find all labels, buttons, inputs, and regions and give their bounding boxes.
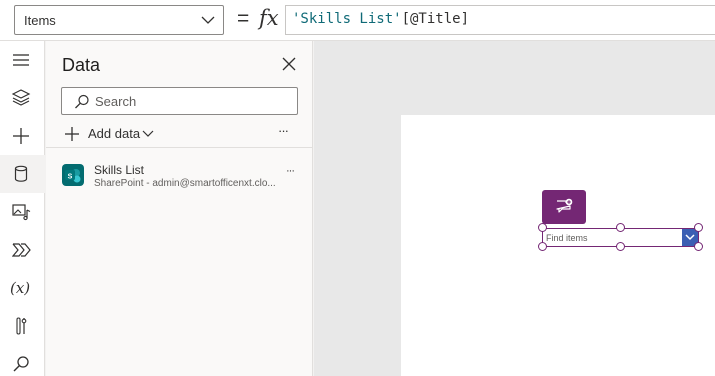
- chevron-down-icon: [142, 130, 154, 137]
- pane-title: Data: [62, 55, 101, 75]
- plus-icon: [65, 127, 79, 141]
- resize-handle-bottom-right[interactable]: [694, 242, 703, 251]
- add-data-label: Add data: [88, 126, 141, 141]
- data-source-more-button[interactable]: ···: [286, 165, 300, 179]
- rail-insert-button[interactable]: [0, 117, 45, 155]
- power-automate-icon: [12, 243, 31, 257]
- plus-icon: [13, 128, 29, 144]
- resize-handle-top[interactable]: [616, 223, 625, 232]
- chevron-down-icon: [201, 16, 215, 24]
- combo-box-placeholder: Find items: [546, 233, 588, 243]
- resize-handle-bottom-left[interactable]: [538, 242, 547, 251]
- rail-data-button[interactable]: [0, 155, 45, 193]
- more-options-button[interactable]: ···: [274, 123, 292, 139]
- close-icon[interactable]: [282, 57, 296, 71]
- equals-sign: =: [237, 7, 250, 30]
- data-source-name: Skills List: [94, 163, 145, 177]
- formula-bar: Items = fx 'Skills List'[@Title]: [0, 0, 715, 41]
- add-data-button[interactable]: Add data: [64, 123, 164, 145]
- formula-field-token: [@Title]: [401, 11, 470, 27]
- variables-icon: (x): [10, 279, 31, 297]
- rail-automate-button[interactable]: [0, 231, 45, 269]
- rail-search-button[interactable]: [0, 345, 45, 376]
- copilot-button[interactable]: [542, 190, 586, 224]
- search-input[interactable]: [95, 92, 290, 110]
- left-rail: (x): [0, 41, 45, 376]
- resize-handle-top-right[interactable]: [694, 223, 703, 232]
- sharepoint-icon: S: [62, 164, 84, 186]
- chevron-down-icon: [685, 234, 695, 241]
- data-source-item[interactable]: S Skills List SharePoint - admin@smartof…: [46, 155, 312, 195]
- rail-menu-button[interactable]: [0, 41, 45, 79]
- formula-text: 'Skills List'[@Title]: [292, 11, 469, 27]
- search-icon: [13, 356, 29, 372]
- data-source-subtitle: SharePoint - admin@smartofficenxt.clo...: [94, 178, 276, 189]
- formula-input[interactable]: 'Skills List'[@Title]: [285, 5, 715, 35]
- svg-text:S: S: [68, 173, 73, 180]
- divider: [46, 147, 312, 148]
- data-pane: Data Add data ···: [46, 41, 313, 376]
- property-dropdown[interactable]: Items: [14, 5, 224, 35]
- property-value: Items: [24, 13, 56, 28]
- hamburger-icon: [13, 54, 29, 66]
- chat-add-icon: [556, 198, 573, 213]
- resize-handle-top-left[interactable]: [538, 223, 547, 232]
- rail-variables-button[interactable]: (x): [0, 269, 45, 307]
- database-icon: [14, 165, 28, 182]
- fx-icon[interactable]: fx: [259, 6, 279, 30]
- tools-icon: [16, 317, 27, 335]
- rail-media-button[interactable]: [0, 193, 45, 231]
- formula-string-token: 'Skills List': [292, 11, 402, 27]
- search-icon: [75, 94, 89, 109]
- rail-tree-view-button[interactable]: [0, 79, 45, 117]
- media-icon: [12, 204, 31, 221]
- resize-handle-bottom[interactable]: [616, 242, 625, 251]
- layers-icon: [12, 89, 31, 106]
- search-box: [61, 87, 298, 115]
- rail-tools-button[interactable]: [0, 307, 45, 345]
- power-apps-studio: Items = fx 'Skills List'[@Title] (x) Dat…: [0, 0, 715, 376]
